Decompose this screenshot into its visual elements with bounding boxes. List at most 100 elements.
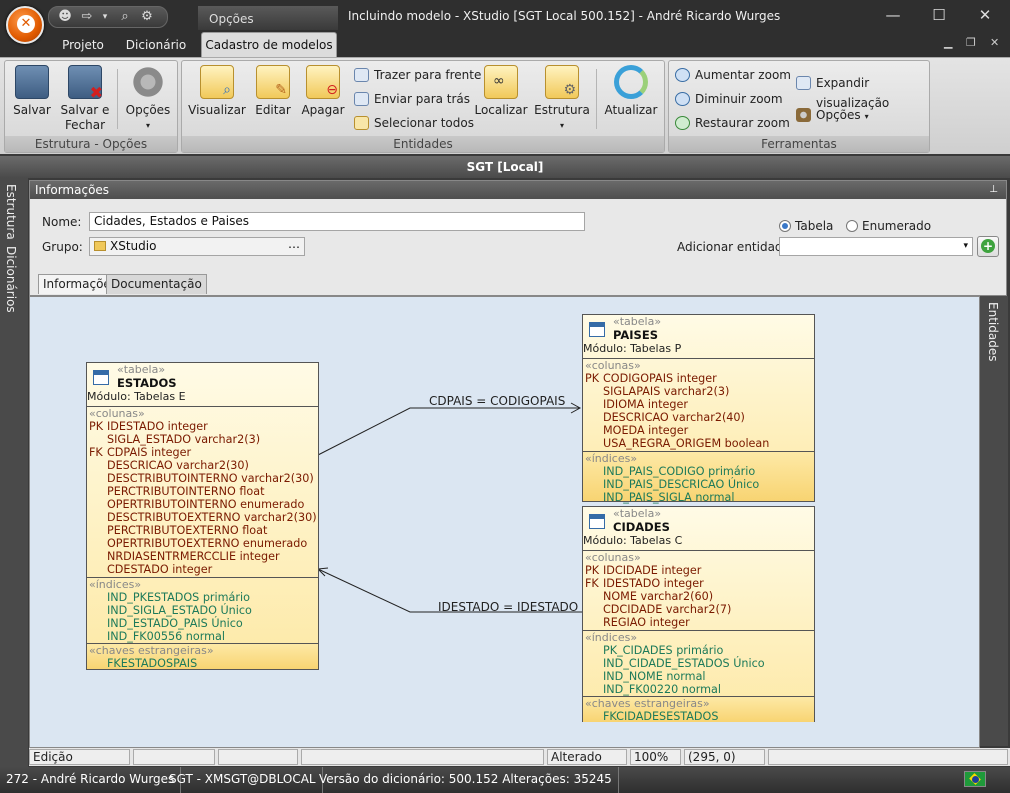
atualizar-button[interactable]: Atualizar xyxy=(602,65,660,118)
mdi-close-button[interactable]: ✕ xyxy=(990,36,999,49)
contextual-tab-group: Opções xyxy=(198,6,338,30)
column-row[interactable]: PERCTRIBUTOINTERNO float xyxy=(87,485,318,498)
index-row[interactable]: IND_ESTADO_PAIS Único xyxy=(87,617,318,630)
grupo-field[interactable]: XStudio … xyxy=(89,237,305,256)
salvar-e-fechar-button[interactable]: ✖ Salvar e Fechar xyxy=(59,65,111,133)
column-row[interactable]: PK IDCIDADE integer xyxy=(583,564,814,577)
minimize-button[interactable]: — xyxy=(870,2,916,28)
gear-icon[interactable]: ⚙ xyxy=(139,9,155,25)
index-row[interactable]: IND_PAIS_SIGLA normal xyxy=(583,491,814,504)
gear-icon xyxy=(796,108,811,122)
users-icon[interactable]: ☻ xyxy=(57,9,73,25)
column-row[interactable]: DESCRICAO varchar2(40) xyxy=(583,411,814,424)
pin-icon[interactable]: ⊥ xyxy=(989,181,998,199)
column-row[interactable]: PK IDESTADO integer xyxy=(87,420,318,433)
index-row[interactable]: IND_PAIS_CODIGO primário xyxy=(583,465,814,478)
tab-projeto[interactable]: Projeto xyxy=(56,34,110,56)
enviar-para-tras-button[interactable]: Enviar para trás xyxy=(354,89,470,109)
visualizar-button[interactable]: ⌕ Visualizar xyxy=(188,65,246,118)
trazer-para-frente-button[interactable]: Trazer para frente xyxy=(354,65,481,85)
mdi-restore-button[interactable]: ❐ xyxy=(966,36,976,49)
tabela-radio[interactable] xyxy=(779,220,791,232)
add-entity-button[interactable]: + xyxy=(977,236,999,257)
tab-dicionarios[interactable]: Dicionários xyxy=(4,246,18,313)
mdi-minimize-button[interactable]: ▁ xyxy=(944,36,952,49)
tab-estrutura[interactable]: Estrutura xyxy=(4,184,18,240)
foreign-key-row[interactable]: FKESTADOSPAIS xyxy=(87,657,318,670)
columns-section: «colunas» PK CODIGOPAIS integer SIGLAPAIS … xyxy=(583,358,814,451)
column-row[interactable]: PERCTRIBUTOEXTERNO float xyxy=(87,524,318,537)
apagar-button[interactable]: ⊖ Apagar xyxy=(300,65,346,118)
column-text: SIGLAPAIS varchar2(3) xyxy=(603,385,730,398)
chevron-down-icon[interactable]: ▾ xyxy=(97,9,113,25)
nome-input[interactable]: Cidades, Estados e Paises xyxy=(89,212,585,231)
close-button[interactable]: ✕ xyxy=(962,2,1008,28)
column-row[interactable]: FK CDPAIS integer xyxy=(87,446,318,459)
column-text: IDESTADO integer xyxy=(107,420,208,433)
column-row[interactable]: FK IDESTADO integer xyxy=(583,577,814,590)
column-row[interactable]: OPERTRIBUTOINTERNO enumerado xyxy=(87,498,318,511)
foreign-key-row[interactable]: FKCIDADESESTADOS xyxy=(583,710,814,723)
column-row[interactable]: CDESTADO integer xyxy=(87,563,318,576)
adicionar-entidade-select[interactable]: ▾ xyxy=(779,237,973,256)
column-row[interactable]: DESCRICAO varchar2(30) xyxy=(87,459,318,472)
index-row[interactable]: IND_FK00556 normal xyxy=(87,630,318,643)
restaurar-zoom-button[interactable]: Restaurar zoom xyxy=(675,113,790,133)
column-row[interactable]: DESCTRIBUTOEXTERNO varchar2(30) xyxy=(87,511,318,524)
index-row[interactable]: IND_PAIS_DESCRICAO Único xyxy=(583,478,814,491)
opcoes-button[interactable]: Opções ▾ xyxy=(123,65,173,133)
right-side-tabs: Entidades xyxy=(980,296,1008,746)
maximize-button[interactable]: ☐ xyxy=(916,2,962,28)
localizar-button[interactable]: ∞ Localizar xyxy=(472,65,530,118)
ellipsis-button[interactable]: … xyxy=(288,236,300,253)
tab-documentacao[interactable]: Documentação xyxy=(106,274,207,294)
column-text: REGIAO integer xyxy=(603,616,690,629)
selecionar-todos-button[interactable]: Selecionar todos xyxy=(354,113,474,133)
entity-paises[interactable]: «tabela» PAISES Módulo: Tabelas P «colun… xyxy=(582,314,815,504)
column-row[interactable]: SIGLA_ESTADO varchar2(3) xyxy=(87,433,318,446)
tab-cadastro-de-modelos[interactable]: Cadastro de modelos xyxy=(201,32,337,58)
index-row[interactable]: IND_SIGLA_ESTADO Único xyxy=(87,604,318,617)
column-row[interactable]: DESCTRIBUTOINTERNO varchar2(30) xyxy=(87,472,318,485)
column-row[interactable]: SIGLAPAIS varchar2(3) xyxy=(583,385,814,398)
entity-name: ESTADOS xyxy=(117,376,177,390)
index-row[interactable]: IND_CIDADE_ESTADOS Único xyxy=(583,657,814,670)
index-row[interactable]: IND_FK00220 normal xyxy=(583,683,814,696)
ferramentas-opcoes-button[interactable]: Opções ▾ xyxy=(796,105,869,125)
relation-line-estados-paises[interactable] xyxy=(317,407,580,456)
index-row[interactable]: PK_CIDADES primário xyxy=(583,644,814,657)
diminuir-zoom-button[interactable]: Diminuir zoom xyxy=(675,89,783,109)
diagram-canvas[interactable]: CDPAIS = CODIGOPAIS IDESTADO = IDESTADO … xyxy=(29,296,980,748)
group-caption: Estrutura - Opções xyxy=(5,136,177,152)
index-row[interactable]: IND_PKESTADOS primário xyxy=(87,591,318,604)
column-row[interactable]: MOEDA integer xyxy=(583,424,814,437)
index-row[interactable]: IND_NOME normal xyxy=(583,670,814,683)
expandir-visualizacao-button[interactable]: Expandir visualização xyxy=(796,73,929,110)
entity-cidades[interactable]: «tabela» CIDADES Módulo: Tabelas C «colu… xyxy=(582,506,815,723)
aumentar-zoom-button[interactable]: Aumentar zoom xyxy=(675,65,791,85)
status-cell-empty xyxy=(218,749,298,765)
search-icon[interactable]: ⌕ xyxy=(117,9,133,25)
column-row[interactable]: PK CODIGOPAIS integer xyxy=(583,372,814,385)
application-menu-button[interactable]: ✕ xyxy=(6,6,44,44)
status-cell-empty xyxy=(301,749,544,765)
column-row[interactable]: NOME varchar2(60) xyxy=(583,590,814,603)
export-icon[interactable]: ⇨ xyxy=(79,9,95,25)
entity-estados[interactable]: «tabela» ESTADOS Módulo: Tabelas E «colu… xyxy=(86,362,319,670)
salvar-button[interactable]: Salvar xyxy=(11,65,53,118)
column-row[interactable]: OPERTRIBUTOEXTERNO enumerado xyxy=(87,537,318,550)
tab-entidades[interactable]: Entidades xyxy=(986,302,1000,361)
column-row[interactable]: NRDIASENTRMERCCLIE integer xyxy=(87,550,318,563)
column-row[interactable]: IDIOMA integer xyxy=(583,398,814,411)
column-text: CODIGOPAIS integer xyxy=(603,372,717,385)
tab-dicionario[interactable]: Dicionário xyxy=(120,34,192,56)
column-row[interactable]: USA_REGRA_ORIGEM boolean xyxy=(583,437,814,450)
status-bar: Edição Alterado 100% (295, 0) xyxy=(29,748,1010,766)
status-cell-empty xyxy=(133,749,215,765)
column-row[interactable]: REGIAO integer xyxy=(583,616,814,629)
column-row[interactable]: CDCIDADE varchar2(7) xyxy=(583,603,814,616)
estrutura-button[interactable]: ⚙ Estrutura ▾ xyxy=(534,65,590,133)
enumerado-radio[interactable] xyxy=(846,220,858,232)
expand-view-icon xyxy=(796,76,811,90)
editar-button[interactable]: ✎ Editar xyxy=(250,65,296,118)
